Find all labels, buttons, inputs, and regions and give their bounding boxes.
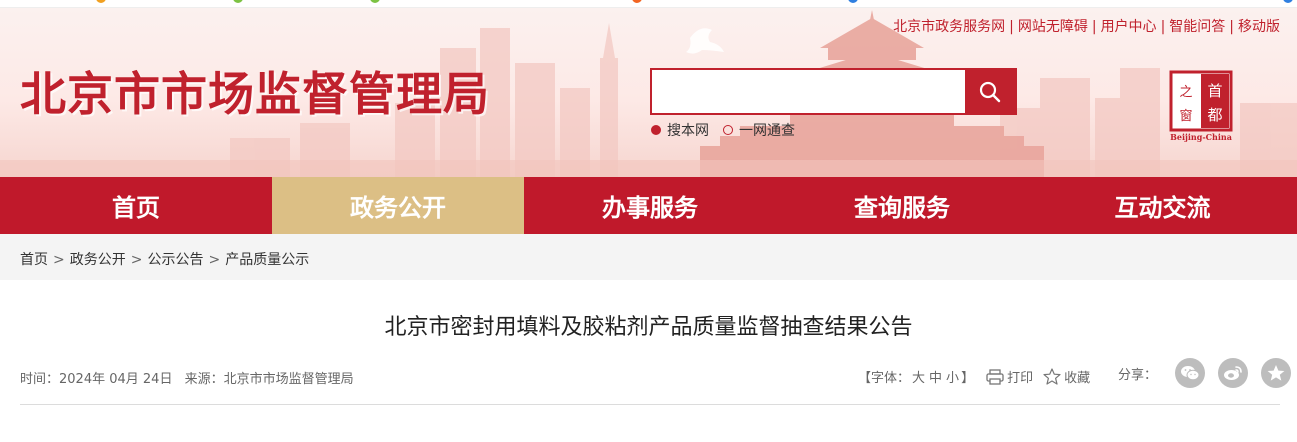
- search-button[interactable]: [965, 70, 1015, 113]
- breadcrumb-government-affairs[interactable]: 政务公开: [70, 252, 126, 268]
- scope-option-label: 一网通查: [739, 123, 795, 139]
- strip-dot: [370, 0, 380, 3]
- top-strip: [0, 0, 1297, 8]
- nav-item-government-affairs[interactable]: 政务公开: [272, 177, 524, 234]
- radio-selected[interactable]: [651, 125, 661, 135]
- breadcrumb-separator: >: [53, 252, 65, 268]
- strip-dot: [96, 0, 106, 3]
- print-label: 打印: [1007, 371, 1034, 386]
- nav-item-services[interactable]: 办事服务: [524, 177, 776, 234]
- print-button[interactable]: 打印: [986, 367, 1033, 386]
- font-size-medium[interactable]: 中: [929, 371, 942, 386]
- breadcrumb-announcements[interactable]: 公示公告: [147, 252, 203, 268]
- breadcrumb-separator: >: [130, 252, 143, 268]
- strip-dot: [848, 0, 858, 3]
- separator: |: [1091, 19, 1097, 35]
- separator: |: [1009, 19, 1014, 35]
- source-label: 来源：: [184, 372, 224, 387]
- breadcrumb-bar: 首页 > 政务公开 > 公示公告 > 产品质量公示: [0, 234, 1297, 280]
- source-value: 北京市市场监督管理局: [223, 372, 354, 387]
- search-scope: 搜本网 一网通查: [651, 120, 809, 140]
- print-icon: [986, 368, 1004, 385]
- wechat-icon: [1181, 366, 1200, 381]
- article-meta: 时间：2024年 04月 24日 来源：北京市市场监督管理局: [20, 368, 362, 387]
- strip-dot: [233, 0, 243, 3]
- time-value: 2024年 04月 24日: [59, 372, 173, 387]
- share-bar: 分享：: [1118, 358, 1292, 388]
- scope-option-unified[interactable]: 一网通查: [723, 120, 795, 140]
- share-label: 分享：: [1118, 367, 1158, 383]
- top-link-mobile[interactable]: 移动版: [1238, 19, 1280, 35]
- font-size-small[interactable]: 小: [946, 371, 959, 386]
- radio-unselected[interactable]: [723, 125, 733, 135]
- breadcrumb-separator: >: [208, 252, 221, 268]
- nav-item-query[interactable]: 查询服务: [776, 177, 1028, 234]
- seal-char: 首: [1207, 82, 1222, 100]
- top-link-accessibility[interactable]: 网站无障碍: [1018, 19, 1088, 35]
- nav-item-home[interactable]: 首页: [0, 177, 272, 234]
- top-links: 北京市政务服务网 | 网站无障碍 | 用户中心 | 智能问答 | 移动版: [893, 16, 1280, 36]
- top-link-service-portal[interactable]: 北京市政务服务网: [893, 19, 1005, 35]
- time-label: 时间：: [20, 372, 60, 387]
- scope-option-site[interactable]: 搜本网: [651, 120, 709, 140]
- article-tools: 【字体：大中小】 打印 收藏: [858, 367, 1100, 386]
- strip-dot: [632, 0, 642, 3]
- seal-caption: Beijing-China: [1170, 132, 1232, 142]
- top-link-user-center[interactable]: 用户中心: [1101, 19, 1157, 35]
- font-label-close: 】: [961, 371, 975, 386]
- seal-char: 之: [1179, 85, 1192, 100]
- strip-dot: [1283, 0, 1293, 3]
- seal-char: 都: [1207, 106, 1222, 124]
- breadcrumb-product-quality[interactable]: 产品质量公示: [225, 252, 309, 268]
- source: 来源：北京市市场监督管理局: [185, 372, 354, 387]
- site-title[interactable]: 北京市市场监督管理局: [20, 58, 490, 124]
- divider: [20, 404, 1280, 405]
- capital-window-seal-logo: 首 都 之 窗 Beijing-China: [1169, 70, 1233, 142]
- search-icon: [979, 81, 1001, 102]
- main-nav: 首页 政务公开 办事服务 查询服务 互动交流: [0, 177, 1297, 234]
- favorite-label: 收藏: [1064, 371, 1091, 386]
- top-link-smart-qa[interactable]: 智能问答: [1169, 19, 1225, 35]
- separator: |: [1160, 19, 1166, 35]
- share-wechat-button[interactable]: [1175, 358, 1206, 388]
- font-label-open: 【字体：: [858, 371, 911, 386]
- nav-item-interaction[interactable]: 互动交流: [1028, 177, 1297, 234]
- breadcrumb: 首页 > 政务公开 > 公示公告 > 产品质量公示: [20, 249, 309, 269]
- separator: |: [1229, 19, 1234, 35]
- search-input[interactable]: [652, 70, 965, 113]
- favorite-button[interactable]: 收藏: [1043, 367, 1090, 386]
- font-size-selector: 【字体：大中小】: [858, 367, 974, 386]
- weibo-icon: [1224, 366, 1242, 380]
- font-size-large[interactable]: 大: [912, 371, 925, 386]
- star-icon: [1043, 368, 1061, 385]
- qq-icon: [1267, 365, 1285, 381]
- site-header: 北京市市场监督管理局 北京市政务服务网 | 网站无障碍 | 用户中心 | 智能问答 | 移动版 …: [0, 8, 1297, 177]
- seal-char: 窗: [1179, 108, 1192, 124]
- scope-option-label: 搜本网: [667, 123, 709, 139]
- search-box: [650, 68, 1017, 115]
- share-qzone-button[interactable]: [1261, 358, 1292, 388]
- article-title: 北京市密封用填料及胶粘剂产品质量监督抽查结果公告: [384, 315, 913, 340]
- publish-time: 时间：2024年 04月 24日: [20, 372, 172, 387]
- breadcrumb-home[interactable]: 首页: [20, 252, 48, 268]
- share-weibo-button[interactable]: [1218, 358, 1249, 388]
